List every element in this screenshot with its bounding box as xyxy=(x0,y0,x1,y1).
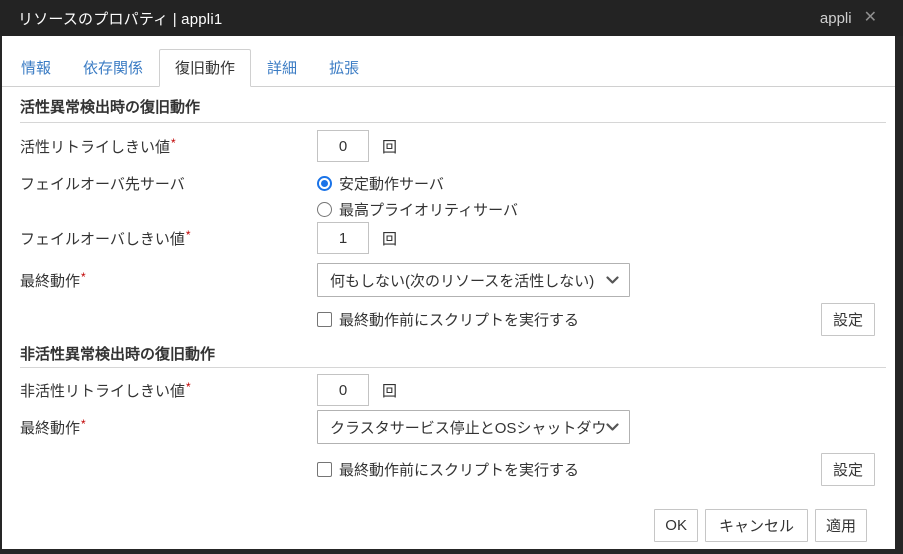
radio-unselected-icon[interactable] xyxy=(317,202,332,217)
activation-script-checkbox[interactable]: 最終動作前にスクリプトを実行する xyxy=(317,309,579,330)
field-label-text: 最終動作 xyxy=(20,420,80,437)
deactivation-retry-row: 非活性リトライしきい値* 回 xyxy=(2,374,895,406)
failover-threshold-unit: 回 xyxy=(382,228,397,249)
deactivation-script-row: 最終動作前にスクリプトを実行する 設定 xyxy=(2,452,895,486)
field-label-text: フェイルオーバしきい値 xyxy=(20,231,185,248)
section-deactivation-heading: 非活性異常検出時の復旧動作 xyxy=(20,347,886,368)
required-marker: * xyxy=(171,136,176,150)
titlebar-context-label: appli xyxy=(820,10,852,27)
activation-retry-input[interactable] xyxy=(317,130,369,162)
dialog-title: リソースのプロパティ | appli1 xyxy=(18,8,222,29)
deactivation-retry-label: 非活性リトライしきい値* xyxy=(20,380,317,401)
required-marker: * xyxy=(81,417,86,431)
activation-retry-label: 活性リトライしきい値* xyxy=(20,136,317,157)
field-label-text: 非活性リトライしきい値 xyxy=(20,383,185,400)
radio-stable-server-label: 安定動作サーバ xyxy=(339,173,444,194)
select-value: 何もしない(次のリソースを活性しない) xyxy=(330,270,594,291)
activation-script-settings-button[interactable]: 設定 xyxy=(821,303,875,336)
failover-target-row: フェイルオーバ先サーバ 安定動作サーバ xyxy=(2,170,895,196)
radio-priority-server[interactable]: 最高プライオリティサーバ xyxy=(317,199,518,220)
activation-script-row: 最終動作前にスクリプトを実行する 設定 xyxy=(2,302,895,336)
activation-retry-unit: 回 xyxy=(382,136,397,157)
failover-target-label: フェイルオーバ先サーバ xyxy=(20,173,317,194)
ok-button[interactable]: OK xyxy=(654,509,698,542)
failover-threshold-input[interactable] xyxy=(317,222,369,254)
apply-button[interactable]: 適用 xyxy=(815,509,867,542)
activation-script-checkbox-label: 最終動作前にスクリプトを実行する xyxy=(339,309,579,330)
dialog-footer: OK キャンセル 適用 xyxy=(2,509,895,542)
activation-retry-row: 活性リトライしきい値* 回 xyxy=(2,130,895,162)
tab-dependency[interactable]: 依存関係 xyxy=(67,49,159,87)
chevron-down-icon xyxy=(606,276,619,285)
deactivation-script-settings-button[interactable]: 設定 xyxy=(821,453,875,486)
activation-final-action-label: 最終動作* xyxy=(20,270,317,291)
tab-bar: 情報 依存関係 復旧動作 詳細 拡張 xyxy=(2,52,895,87)
tab-details[interactable]: 詳細 xyxy=(251,49,313,87)
failover-threshold-label: フェイルオーバしきい値* xyxy=(20,228,317,249)
failover-priority-row: 最高プライオリティサーバ xyxy=(2,196,895,222)
deactivation-script-checkbox-label: 最終動作前にスクリプトを実行する xyxy=(339,459,579,480)
tab-info[interactable]: 情報 xyxy=(5,49,67,87)
required-marker: * xyxy=(81,270,86,284)
deactivation-final-action-select[interactable]: クラスタサービス停止とOSシャットダウン xyxy=(317,410,630,444)
failover-threshold-row: フェイルオーバしきい値* 回 xyxy=(2,222,895,254)
select-value: クラスタサービス停止とOSシャットダウン xyxy=(330,417,606,438)
dialog-titlebar: リソースのプロパティ | appli1 appli ✕ xyxy=(0,0,903,36)
tab-extension[interactable]: 拡張 xyxy=(313,49,375,87)
deactivation-final-action-row: 最終動作* クラスタサービス停止とOSシャットダウン xyxy=(2,410,895,444)
required-marker: * xyxy=(186,228,191,242)
deactivation-final-action-label: 最終動作* xyxy=(20,417,317,438)
section-activation-heading: 活性異常検出時の復旧動作 xyxy=(20,99,886,123)
radio-priority-server-label: 最高プライオリティサーバ xyxy=(339,199,518,220)
chevron-down-icon xyxy=(606,423,619,432)
titlebar-right: appli ✕ xyxy=(820,10,877,27)
activation-final-action-row: 最終動作* 何もしない(次のリソースを活性しない) xyxy=(2,263,895,297)
field-label-text: 活性リトライしきい値 xyxy=(20,139,170,156)
close-icon[interactable]: ✕ xyxy=(864,10,877,26)
field-label-text: 最終動作 xyxy=(20,273,80,290)
required-marker: * xyxy=(186,380,191,394)
checkbox-unchecked-icon[interactable] xyxy=(317,312,332,327)
radio-stable-server[interactable]: 安定動作サーバ xyxy=(317,173,444,194)
dialog-body: 情報 依存関係 復旧動作 詳細 拡張 活性異常検出時の復旧動作 活性リトライしき… xyxy=(2,36,895,549)
deactivation-retry-input[interactable] xyxy=(317,374,369,406)
checkbox-unchecked-icon[interactable] xyxy=(317,462,332,477)
cancel-button[interactable]: キャンセル xyxy=(705,509,808,542)
deactivation-retry-unit: 回 xyxy=(382,380,397,401)
radio-selected-icon[interactable] xyxy=(317,176,332,191)
deactivation-script-checkbox[interactable]: 最終動作前にスクリプトを実行する xyxy=(317,459,579,480)
activation-final-action-select[interactable]: 何もしない(次のリソースを活性しない) xyxy=(317,263,630,297)
tab-recovery[interactable]: 復旧動作 xyxy=(159,49,251,87)
